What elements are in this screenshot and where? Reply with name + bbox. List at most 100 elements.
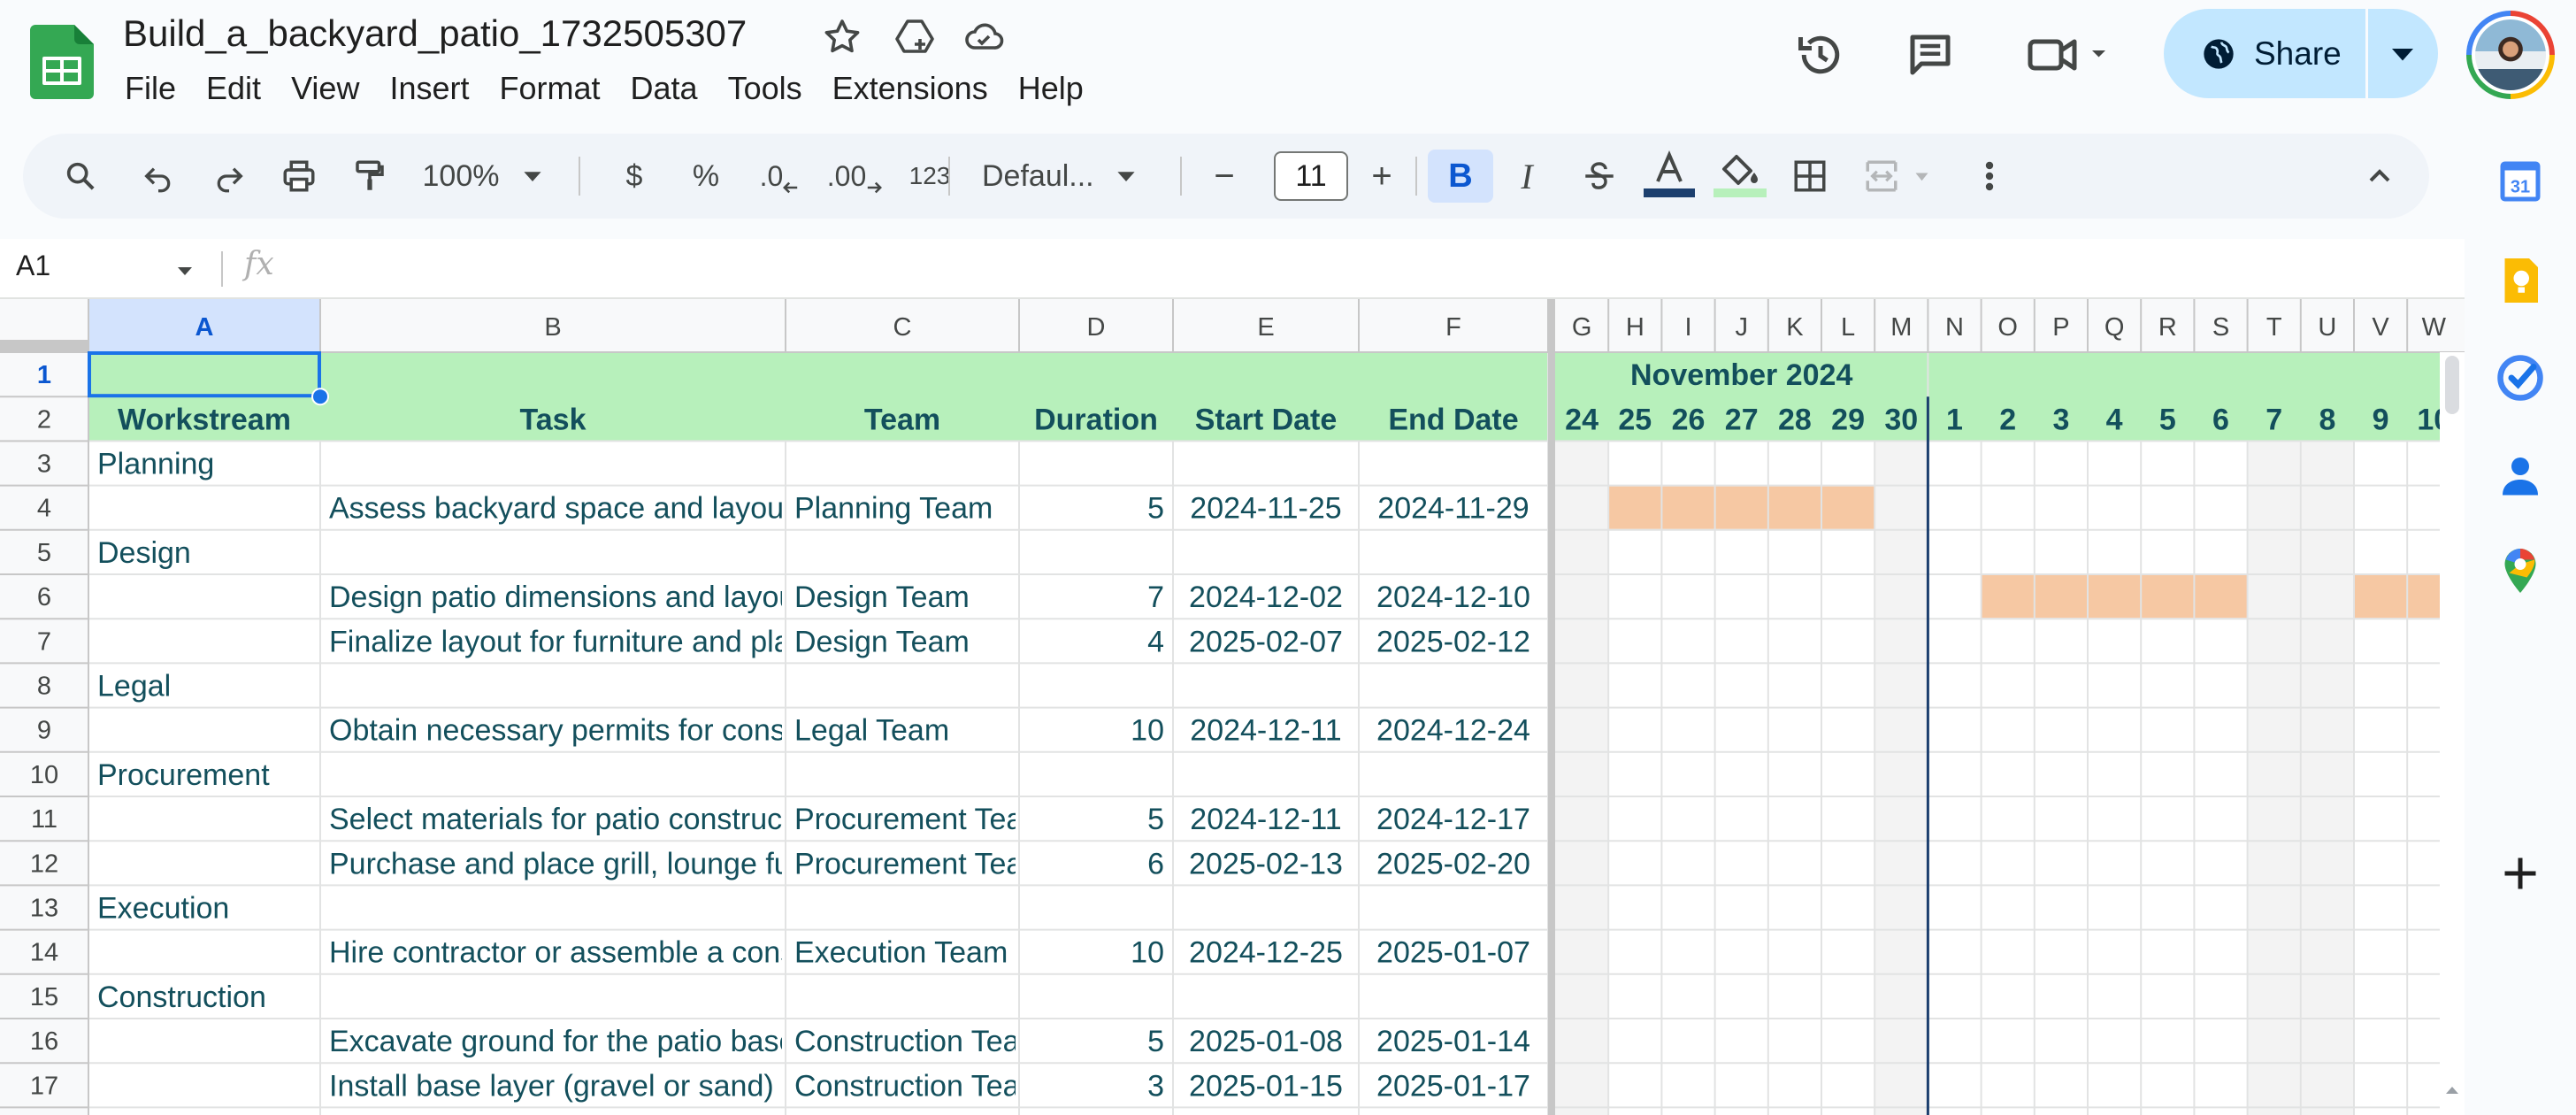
spreadsheet-grid[interactable]: A B C D E F G H I J K L M N O P Q R S T U V W 1 2 3 4 5 6 7 8 9 10 11 12 13… — [0, 299, 2465, 1115]
font-family-select[interactable]: Defaul... — [973, 134, 1177, 219]
cell-team[interactable]: Legal Team — [794, 714, 949, 748]
column-letter-r[interactable]: R — [2158, 313, 2177, 342]
decrease-font-size-button[interactable]: − — [1200, 134, 1249, 219]
column-letter-c[interactable]: C — [893, 313, 912, 342]
row-number[interactable]: 11 — [31, 805, 58, 834]
menu-extensions[interactable]: Extensions — [817, 67, 1003, 110]
cell-workstream[interactable]: Design — [97, 536, 191, 570]
cell-team[interactable]: Design Team — [794, 625, 970, 658]
move-to-drive-icon[interactable] — [893, 16, 936, 58]
column-letter-m[interactable]: M — [1890, 313, 1912, 342]
fill-handle[interactable] — [311, 388, 329, 406]
menu-help[interactable]: Help — [1003, 67, 1099, 110]
strikethrough-icon[interactable] — [1573, 134, 1626, 219]
cell-start-date[interactable]: 2024-12-02 — [1189, 581, 1343, 614]
cell-workstream[interactable]: Construction — [97, 980, 266, 1014]
cell-end-date[interactable]: 2024-12-24 — [1376, 714, 1530, 748]
menu-file[interactable]: File — [110, 67, 191, 110]
meet-icon[interactable] — [2026, 28, 2114, 81]
column-letter-g[interactable]: G — [1572, 313, 1592, 342]
share-dropdown-button[interactable] — [2368, 41, 2437, 67]
cell-duration[interactable]: 5 — [1147, 803, 1164, 836]
row-number[interactable]: 9 — [37, 717, 51, 745]
column-letter-j[interactable]: J — [1735, 313, 1748, 342]
document-title[interactable]: Build_a_backyard_patio_1732505307 — [123, 12, 747, 55]
paint-format-icon[interactable] — [343, 134, 396, 219]
cell-duration[interactable]: 3 — [1147, 1069, 1164, 1103]
cell-start-date[interactable]: 2024-12-11 — [1190, 803, 1341, 836]
menu-format[interactable]: Format — [485, 67, 616, 110]
format-currency-button[interactable]: $ — [612, 134, 656, 219]
row-number[interactable]: 6 — [37, 583, 51, 611]
cell-workstream[interactable]: Legal — [97, 670, 171, 704]
add-icon[interactable] — [2494, 847, 2547, 900]
cell-task[interactable]: Excavate ground for the patio base — [329, 1025, 795, 1058]
redo-icon[interactable] — [203, 134, 255, 219]
print-icon[interactable] — [272, 134, 326, 219]
cell-task[interactable]: Design patio dimensions and layou — [329, 581, 795, 614]
cell-team[interactable]: Construction Tear — [794, 1025, 1030, 1058]
cell-end-date[interactable]: 2024-12-10 — [1376, 581, 1530, 614]
cell-task[interactable]: Install base layer (gravel or sand) — [329, 1069, 774, 1103]
gantt-bar[interactable] — [2354, 575, 2440, 619]
cell-duration[interactable]: 7 — [1147, 581, 1164, 614]
italic-button[interactable]: I — [1502, 134, 1552, 219]
vertical-scrollbar-thumb[interactable] — [2445, 356, 2459, 414]
decrease-decimal-button[interactable]: .0 — [748, 134, 810, 219]
row-number[interactable]: 4 — [37, 495, 51, 523]
cell-team[interactable]: Planning Team — [794, 492, 993, 526]
cell-end-date[interactable]: 2025-01-17 — [1376, 1069, 1530, 1103]
row-number[interactable]: 2 — [37, 405, 51, 434]
row-number[interactable]: 5 — [37, 539, 51, 567]
collapse-toolbar-icon[interactable] — [2355, 134, 2404, 219]
cell-end-date[interactable]: 2025-02-12 — [1376, 625, 1530, 658]
cell-start-date[interactable]: 2024-12-25 — [1189, 936, 1343, 970]
cell-end-date[interactable]: 2025-02-20 — [1376, 847, 1530, 880]
increase-font-size-button[interactable]: + — [1357, 134, 1407, 219]
row-number[interactable]: 8 — [37, 673, 51, 701]
column-letter-s[interactable]: S — [2212, 313, 2229, 342]
increase-decimal-button[interactable]: .00 — [819, 134, 890, 219]
row-number[interactable]: 10 — [30, 761, 58, 789]
cell-start-date[interactable]: 2025-02-13 — [1189, 847, 1343, 880]
menu-data[interactable]: Data — [616, 67, 713, 110]
column-letter-b[interactable]: B — [544, 313, 561, 342]
keep-icon[interactable] — [2494, 254, 2547, 307]
cell-workstream[interactable]: Procurement — [97, 758, 270, 792]
bold-button[interactable]: B — [1428, 150, 1493, 203]
cell-end-date[interactable]: 2024-12-17 — [1376, 803, 1530, 836]
row-number[interactable]: 16 — [30, 1027, 58, 1056]
column-letter-p[interactable]: P — [2052, 313, 2069, 342]
search-menus-icon[interactable] — [55, 134, 106, 219]
row-number[interactable]: 13 — [30, 895, 58, 923]
cell-workstream[interactable]: Execution — [97, 892, 229, 926]
menu-tools[interactable]: Tools — [713, 67, 817, 110]
freeze-column-divider[interactable] — [1548, 299, 1555, 1115]
column-letter-a[interactable]: A — [196, 313, 214, 342]
borders-icon[interactable] — [1783, 134, 1836, 219]
sheets-logo-icon[interactable] — [30, 25, 94, 99]
name-box[interactable]: A1 — [16, 250, 50, 282]
column-letter-n[interactable]: N — [1945, 313, 1964, 342]
menu-insert[interactable]: Insert — [374, 67, 484, 110]
star-icon[interactable] — [821, 16, 863, 58]
cell-team[interactable]: Procurement Tea — [794, 847, 1023, 880]
column-letter-k[interactable]: K — [1786, 313, 1804, 342]
more-formats-button[interactable]: 123 — [899, 134, 961, 219]
row-number[interactable]: 1 — [37, 361, 51, 389]
cell-task[interactable]: Finalize layout for furniture and pla — [329, 625, 791, 658]
column-letter-o[interactable]: O — [1997, 313, 2018, 342]
cell-task[interactable]: Obtain necessary permits for const — [329, 714, 794, 748]
column-letter-e[interactable]: E — [1257, 313, 1274, 342]
cell-duration[interactable]: 4 — [1147, 625, 1164, 658]
row-number[interactable]: 7 — [37, 627, 51, 656]
version-history-icon[interactable] — [1794, 28, 1847, 81]
row-number[interactable]: 17 — [30, 1072, 58, 1100]
cell-start-date[interactable]: 2025-01-15 — [1189, 1069, 1343, 1103]
maps-icon[interactable] — [2494, 544, 2547, 597]
avatar[interactable] — [2466, 11, 2555, 99]
undo-icon[interactable] — [133, 134, 184, 219]
column-letter-u[interactable]: U — [2318, 313, 2336, 342]
column-letter-w[interactable]: W — [2422, 313, 2447, 342]
more-options-icon[interactable] — [1969, 134, 2010, 219]
